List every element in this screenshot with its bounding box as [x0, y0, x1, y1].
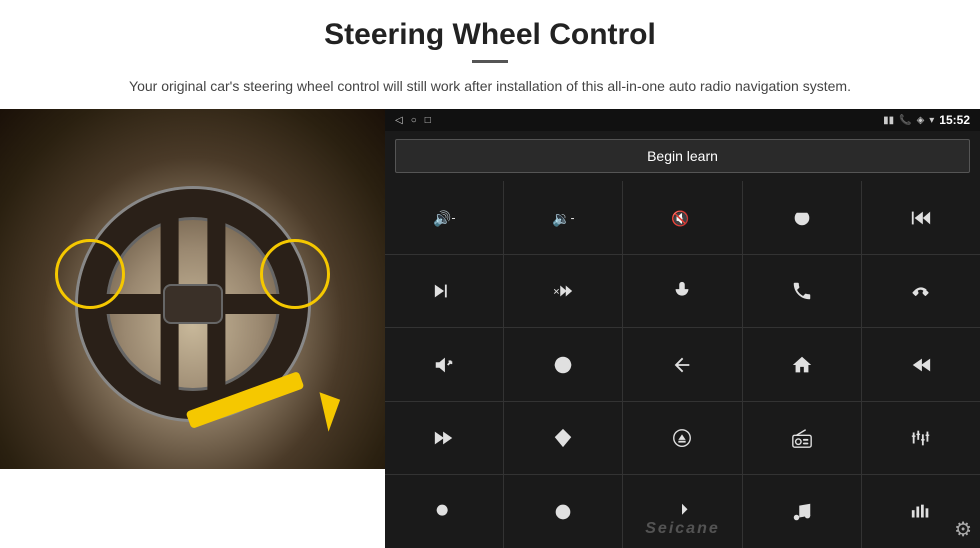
- music-cell[interactable]: [743, 475, 861, 548]
- rewind-prev-cell[interactable]: [862, 328, 980, 401]
- power-cell[interactable]: [743, 181, 861, 254]
- hang-up-cell[interactable]: [862, 255, 980, 328]
- mic-cell[interactable]: [623, 255, 741, 328]
- nav-cell[interactable]: [504, 402, 622, 475]
- phone-status-icon: 📞: [899, 115, 911, 126]
- back-nav-icon[interactable]: ◁: [395, 115, 403, 126]
- bluetooth-cell[interactable]: [623, 475, 741, 548]
- button-highlight-left: [55, 239, 125, 309]
- ff-next-cell[interactable]: ✕: [504, 255, 622, 328]
- home-cell[interactable]: [743, 328, 861, 401]
- wifi-icon: ▾: [929, 115, 934, 126]
- steering-photo: [0, 109, 385, 469]
- clock: 15:52: [939, 113, 970, 127]
- button-highlight-right: [260, 239, 330, 309]
- back-cell[interactable]: [623, 328, 741, 401]
- horn-cell[interactable]: [385, 328, 503, 401]
- home-nav-icon[interactable]: □: [425, 115, 431, 126]
- svg-text:✕: ✕: [553, 288, 560, 297]
- next-cell[interactable]: [385, 255, 503, 328]
- 360-cell[interactable]: 360°: [504, 328, 622, 401]
- subtitle: Your original car's steering wheel contr…: [110, 75, 870, 97]
- vol-down-cell[interactable]: 🔉−: [504, 181, 622, 254]
- status-right: ▮▮ 📞 ◈ ▾ 15:52: [883, 113, 970, 127]
- skip-fwd-cell[interactable]: [385, 402, 503, 475]
- begin-learn-row: Begin learn: [385, 131, 980, 181]
- mute-cell[interactable]: 🔇: [623, 181, 741, 254]
- search-cell[interactable]: [385, 475, 503, 548]
- header-section: Steering Wheel Control Your original car…: [0, 0, 980, 109]
- settings-knob-cell[interactable]: [504, 475, 622, 548]
- eq-cell[interactable]: [862, 402, 980, 475]
- phone-cell[interactable]: [743, 255, 861, 328]
- radio-cell[interactable]: [743, 402, 861, 475]
- begin-learn-button[interactable]: Begin learn: [395, 139, 970, 173]
- eject-cell[interactable]: [623, 402, 741, 475]
- title-divider: [472, 60, 508, 63]
- svg-text:🔇: 🔇: [671, 209, 689, 227]
- prev-track-cell[interactable]: [862, 181, 980, 254]
- svg-text:🔊+: 🔊+: [433, 209, 455, 227]
- icon-grid: 🔊+ 🔉− 🔇: [385, 181, 980, 548]
- content-row: ◁ ○ □ ▮▮ 📞 ◈ ▾ 15:52 Begin learn: [0, 109, 980, 548]
- vol-up-cell[interactable]: 🔊+: [385, 181, 503, 254]
- signal-bars-icon: ▮▮: [883, 115, 894, 126]
- svg-text:🔉−: 🔉−: [552, 211, 574, 227]
- settings-gear-icon[interactable]: ⚙: [954, 517, 972, 542]
- location-icon: ◈: [917, 115, 925, 126]
- svg-text:360°: 360°: [560, 363, 571, 369]
- page-wrapper: Steering Wheel Control Your original car…: [0, 0, 980, 548]
- page-title: Steering Wheel Control: [60, 18, 920, 52]
- android-panel: ◁ ○ □ ▮▮ 📞 ◈ ▾ 15:52 Begin learn: [385, 109, 980, 548]
- recent-apps-icon[interactable]: ○: [411, 115, 417, 126]
- status-left: ◁ ○ □: [395, 115, 431, 126]
- status-bar: ◁ ○ □ ▮▮ 📞 ◈ ▾ 15:52: [385, 109, 980, 131]
- wheel-hub: [163, 284, 223, 324]
